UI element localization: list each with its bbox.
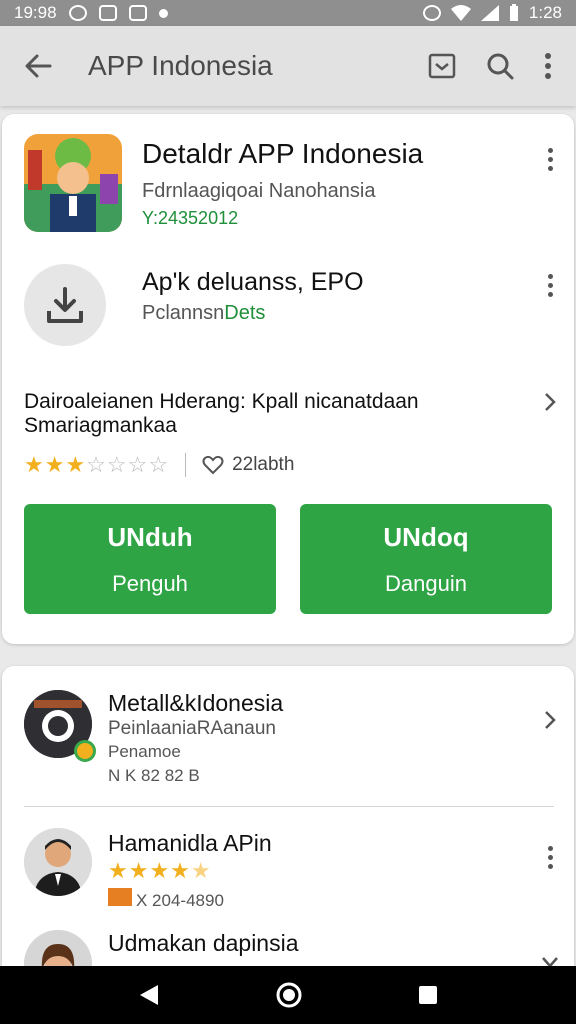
- list-item-title: Metall&kIdonesia: [108, 690, 284, 716]
- recents-nav-icon[interactable]: [418, 985, 438, 1005]
- secondary-button-label: UNdoq: [383, 521, 469, 552]
- signal-icon: [480, 5, 499, 21]
- status-time: 19:98: [14, 3, 57, 22]
- gallery-icon: [98, 5, 117, 21]
- status-time-right: 1:28: [528, 3, 562, 22]
- notification-icon: [68, 5, 87, 21]
- inbox-icon[interactable]: [428, 53, 456, 79]
- page-title: APP Indonesia: [88, 50, 273, 81]
- app-icon[interactable]: [24, 134, 122, 232]
- secondary-button-sublabel: Danguin: [385, 570, 467, 596]
- rating-row: ★★★☆☆☆☆ 22labth: [24, 452, 294, 478]
- app-title: Detaldr APP Indonesia: [142, 138, 424, 169]
- star-rating: ★★★★★: [108, 858, 212, 883]
- app-meta: Y:24352012: [142, 208, 239, 228]
- heart-icon[interactable]: [202, 455, 224, 475]
- second-app-title: Ap'k deluanss, EPO: [142, 268, 364, 296]
- wifi-icon: [450, 5, 471, 21]
- back-nav-icon[interactable]: [138, 983, 160, 1007]
- list-item-subtitle: PeinlaaniaRAanaun: [108, 718, 276, 739]
- list-item-avatar: [24, 828, 92, 896]
- chevron-right-icon[interactable]: [540, 392, 560, 412]
- app-bar: APP Indonesia: [0, 26, 576, 106]
- arrow-left-icon: [25, 54, 52, 78]
- second-app-subtitle: Pclannsn: [142, 302, 225, 324]
- list-item-meta-text: X 204-4890: [136, 891, 224, 910]
- app-detail-card: Detaldr APP Indonesia Fdrnlaagiqoai Nano…: [2, 114, 574, 644]
- star-rating: ★★★☆☆☆☆: [24, 452, 170, 477]
- tag-icon: [108, 888, 132, 906]
- list-item-title: Udmakan dapinsia: [108, 930, 299, 956]
- developer-name: Fdrnlaagiqoai Nanohansia: [142, 180, 376, 202]
- second-app-highlight: Dets: [224, 302, 266, 324]
- download-button-label: UNduh: [107, 521, 193, 552]
- likes-count: 22labth: [232, 454, 295, 475]
- second-app-more-button[interactable]: [538, 270, 562, 300]
- badge-icon: [74, 740, 96, 762]
- list-item-subtitle-2: Penamoe: [108, 742, 181, 761]
- search-icon[interactable]: [486, 52, 514, 80]
- divider: [185, 453, 187, 477]
- secondary-download-button[interactable]: UNdoq Danguin: [300, 504, 552, 614]
- list-item-more-button[interactable]: [538, 842, 562, 872]
- more-vert-icon[interactable]: [544, 53, 552, 79]
- battery-icon: [509, 4, 518, 21]
- description-line-2: Smariagmankaa: [24, 414, 177, 437]
- list-divider: [24, 806, 554, 807]
- dot-icon: [158, 8, 168, 18]
- app-more-button[interactable]: [538, 144, 562, 174]
- status-bar: 19:98 1:28: [0, 0, 576, 26]
- list-item-title: Hamanidla APin: [108, 830, 272, 856]
- download-button[interactable]: UNduh Penguh: [24, 504, 276, 614]
- download-icon[interactable]: [24, 264, 106, 346]
- download-button-sublabel: Penguh: [112, 570, 188, 596]
- home-nav-icon[interactable]: [276, 982, 302, 1008]
- chevron-right-icon[interactable]: [540, 710, 560, 730]
- alarm-icon: [422, 5, 441, 21]
- list-item-meta: N K 82 82 B: [108, 766, 200, 785]
- list-item-meta: X 204-4890: [108, 888, 224, 911]
- navigation-bar: [0, 966, 576, 1024]
- description-line-1: Dairoaleianen Hderang: Kpall nicanatdaan: [24, 390, 419, 413]
- message-icon: [128, 5, 147, 21]
- back-button[interactable]: [16, 44, 60, 88]
- related-apps-card: Metall&kIdonesia PeinlaaniaRAanaun Penam…: [2, 666, 574, 998]
- app-description[interactable]: Dairoaleianen Hderang: Kpall nicanatdaan…: [24, 390, 524, 438]
